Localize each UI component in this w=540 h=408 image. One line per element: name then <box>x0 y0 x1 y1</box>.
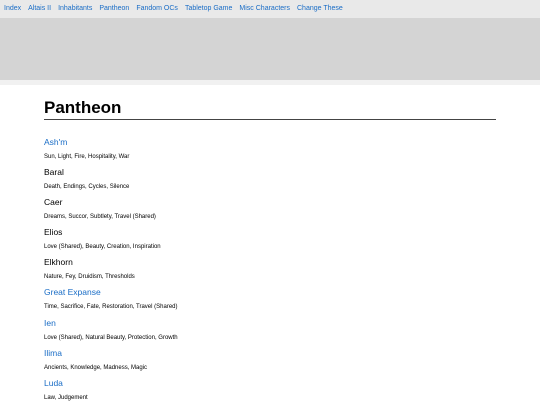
deity-domains: Law, Judgement <box>44 394 88 401</box>
page-title: Pantheon <box>44 98 496 120</box>
nav-link-misc-characters[interactable]: Misc Characters <box>239 0 290 18</box>
deity-name: Elios <box>44 227 63 238</box>
deity-entry: Great Expanse Time, Sacrifice, Fate, Res… <box>44 287 496 317</box>
top-navigation-bar: Index Altais II Inhabitants Pantheon Fan… <box>0 0 540 18</box>
nav-link-pantheon[interactable]: Pantheon <box>99 0 129 18</box>
deity-domains: Love (Shared), Natural Beauty, Protectio… <box>44 334 178 341</box>
deity-name: Baral <box>44 167 64 178</box>
deity-name[interactable]: Ilima <box>44 348 62 359</box>
deity-name[interactable]: Great Expanse <box>44 287 101 298</box>
deity-entry: Ien Love (Shared), Natural Beauty, Prote… <box>44 318 496 348</box>
deity-domains: Love (Shared), Beauty, Creation, Inspira… <box>44 244 161 251</box>
deity-domains: Time, Sacrifice, Fate, Restoration, Trav… <box>44 304 178 311</box>
deity-entry: Elkhorn Nature, Fey, Druidism, Threshold… <box>44 257 496 287</box>
nav-link-fandom-ocs[interactable]: Fandom OCs <box>136 0 178 18</box>
deity-entry: Ash'm Sun, Light, Fire, Hospitality, War <box>44 137 496 167</box>
deity-list: Ash'm Sun, Light, Fire, Hospitality, War… <box>44 137 496 408</box>
deity-entry: Ilima Ancients, Knowledge, Madness, Magi… <box>44 348 496 378</box>
deity-entry: Luda Law, Judgement <box>44 378 496 408</box>
deity-entry: Baral Death, Endings, Cycles, Silence <box>44 167 496 197</box>
deity-name[interactable]: Ien <box>44 318 56 329</box>
deity-domains: Ancients, Knowledge, Madness, Magic <box>44 364 148 371</box>
nav-link-inhabitants[interactable]: Inhabitants <box>58 0 92 18</box>
deity-entry: Caer Dreams, Succor, Subtlety, Travel (S… <box>44 197 496 227</box>
deity-name: Caer <box>44 197 63 208</box>
nav-link-change-these[interactable]: Change These <box>297 0 343 18</box>
deity-domains: Nature, Fey, Druidism, Thresholds <box>44 274 135 281</box>
nav-link-index[interactable]: Index <box>4 0 21 18</box>
deity-name: Elkhorn <box>44 257 73 268</box>
deity-domains: Dreams, Succor, Subtlety, Travel (Shared… <box>44 214 156 221</box>
header-banner <box>0 18 540 80</box>
deity-name[interactable]: Luda <box>44 378 63 389</box>
banner-divider <box>0 80 540 85</box>
main-content: Pantheon Ash'm Sun, Light, Fire, Hospita… <box>44 98 496 408</box>
nav-link-altais-ii[interactable]: Altais II <box>28 0 51 18</box>
nav-link-tabletop-game[interactable]: Tabletop Game <box>185 0 232 18</box>
deity-entry: Elios Love (Shared), Beauty, Creation, I… <box>44 227 496 257</box>
deity-name[interactable]: Ash'm <box>44 137 67 148</box>
deity-domains: Death, Endings, Cycles, Silence <box>44 184 130 191</box>
deity-domains: Sun, Light, Fire, Hospitality, War <box>44 154 130 160</box>
